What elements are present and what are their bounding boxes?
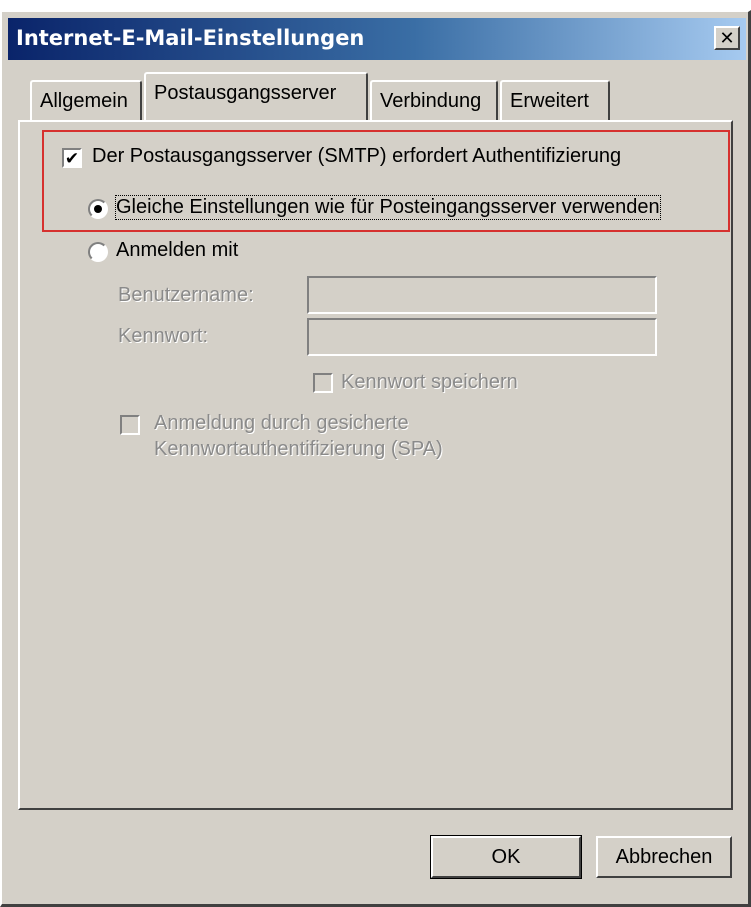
cancel-button[interactable]: Abbrechen bbox=[596, 836, 732, 878]
ok-button[interactable]: OK bbox=[430, 835, 582, 879]
username-label: Benutzername: bbox=[118, 284, 254, 306]
username-input[interactable] bbox=[307, 276, 657, 314]
spa-label-line1: Anmeldung durch gesicherte bbox=[154, 412, 409, 434]
tab-verbindung[interactable]: Verbindung bbox=[370, 80, 498, 120]
smtp-auth-checkbox[interactable]: ✔ bbox=[62, 148, 82, 168]
password-input[interactable] bbox=[307, 318, 657, 356]
tab-label: Erweitert bbox=[510, 90, 589, 112]
same-settings-radio[interactable] bbox=[88, 199, 108, 219]
tab-label: Postausgangsserver bbox=[154, 82, 337, 104]
save-password-checkbox[interactable] bbox=[313, 373, 333, 393]
radio-selected-dot bbox=[94, 205, 102, 213]
check-icon: ✔ bbox=[64, 148, 80, 168]
tab-erweitert[interactable]: Erweitert bbox=[500, 80, 610, 120]
password-label: Kennwort: bbox=[118, 325, 209, 347]
save-password-label: Kennwort speichern bbox=[341, 371, 518, 393]
cancel-button-label: Abbrechen bbox=[615, 845, 713, 868]
close-icon: ✕ bbox=[719, 28, 735, 48]
close-button[interactable]: ✕ bbox=[714, 26, 740, 50]
tab-label: Verbindung bbox=[380, 90, 482, 112]
login-with-radio[interactable] bbox=[88, 242, 108, 262]
title-bar[interactable]: Internet-E-Mail-Einstellungen ✕ bbox=[8, 18, 746, 60]
spa-checkbox[interactable] bbox=[120, 415, 140, 435]
tab-label: Allgemein bbox=[40, 90, 128, 112]
tab-postausgangsserver[interactable]: Postausgangsserver bbox=[144, 72, 368, 120]
ok-button-label: OK bbox=[491, 845, 521, 868]
tab-allgemein[interactable]: Allgemein bbox=[30, 80, 142, 120]
login-with-label[interactable]: Anmelden mit bbox=[116, 239, 238, 262]
spa-label-line2: Kennwortauthentifizierung (SPA) bbox=[154, 438, 443, 460]
same-settings-label[interactable]: Gleiche Einstellungen wie für Posteingan… bbox=[115, 195, 661, 220]
smtp-auth-label[interactable]: Der Postausgangsserver (SMTP) erfordert … bbox=[92, 145, 621, 168]
window-title: Internet-E-Mail-Einstellungen bbox=[16, 26, 365, 50]
